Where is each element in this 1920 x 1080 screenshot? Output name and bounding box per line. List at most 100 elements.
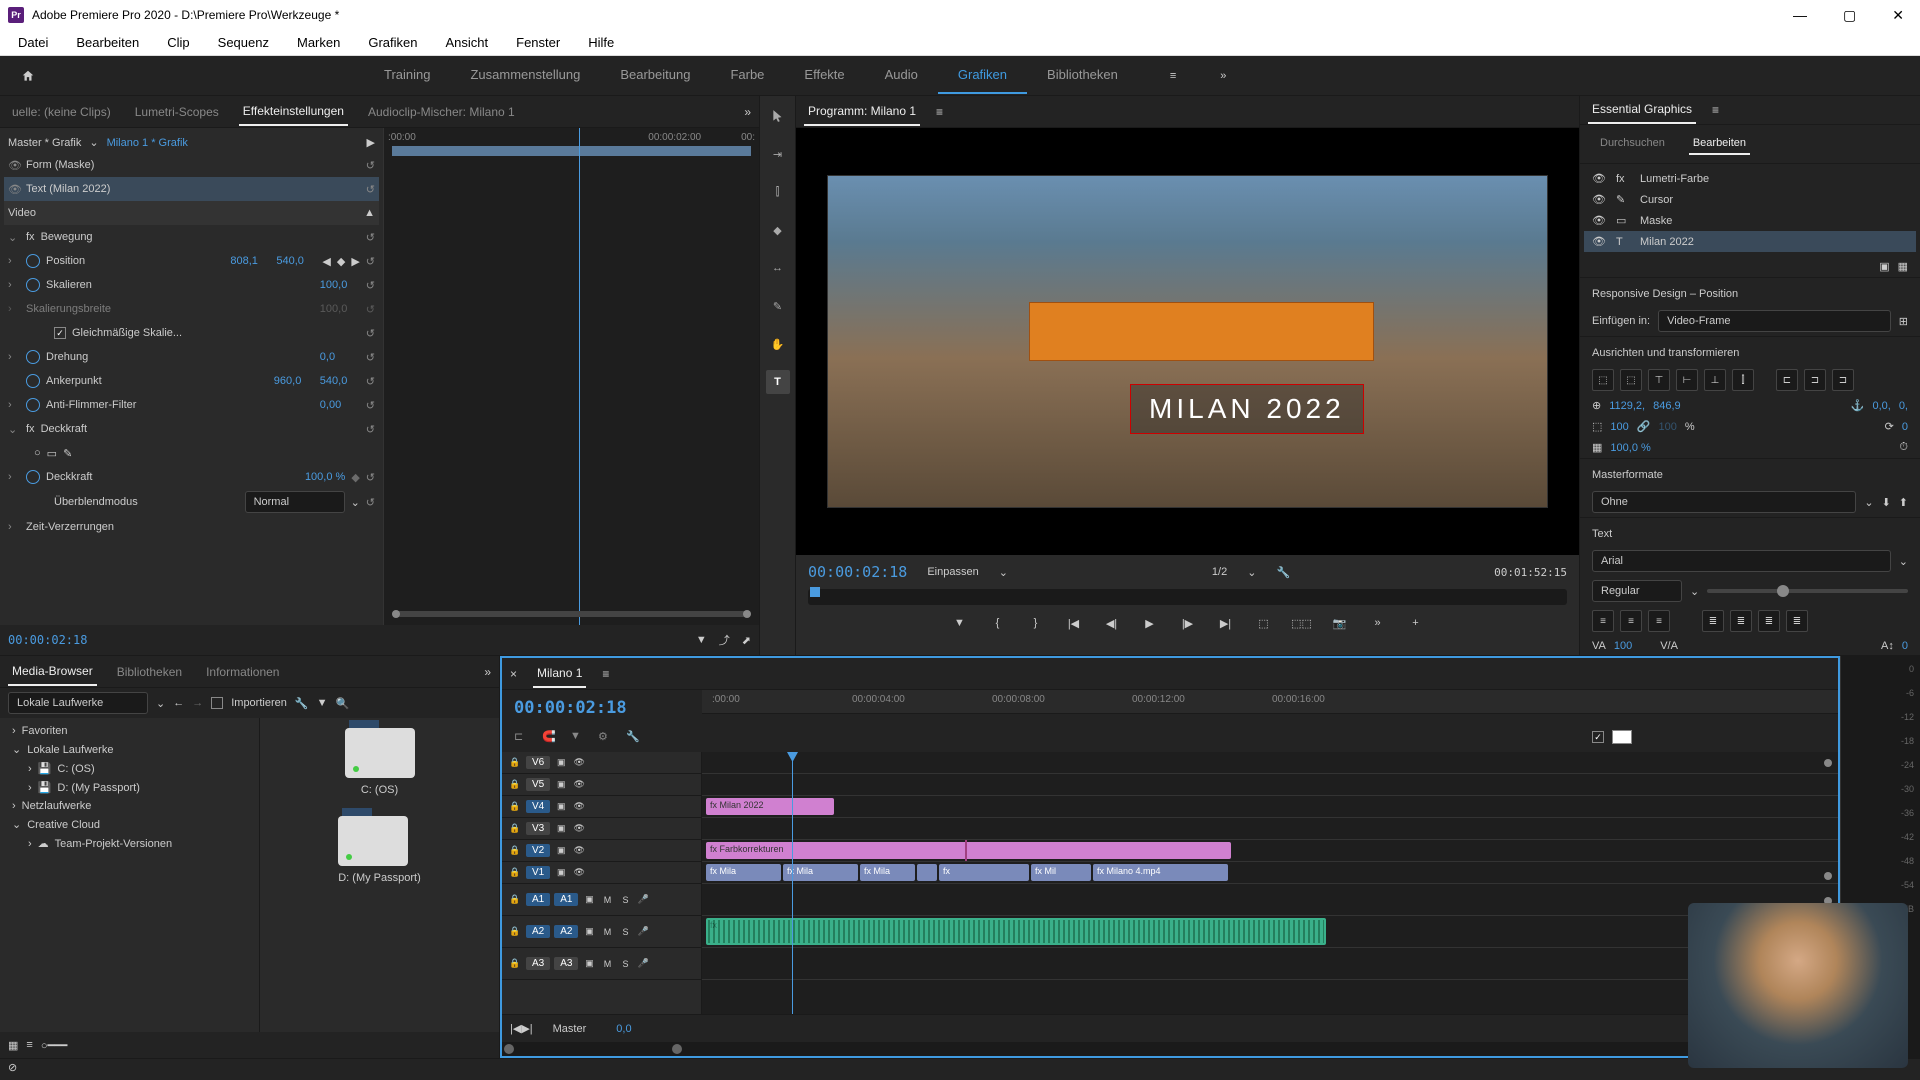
- clip-audio[interactable]: fx: [706, 918, 1326, 945]
- v-scroll-handle-mid1[interactable]: [1824, 872, 1832, 880]
- menu-ansicht[interactable]: Ansicht: [435, 31, 498, 54]
- drive-item[interactable]: C: (OS): [345, 728, 415, 796]
- timeline-ruler[interactable]: :00:0000:00:04:0000:00:08:0000:00:12:000…: [702, 690, 1838, 714]
- playhead[interactable]: [792, 752, 793, 1014]
- track-v2[interactable]: fx Farbkorrekturen: [702, 840, 1838, 862]
- mute-button[interactable]: M: [600, 925, 614, 939]
- push-icon[interactable]: ⬇: [1882, 496, 1891, 509]
- eg-layer[interactable]: 👁▭Maske: [1584, 210, 1916, 231]
- font-size-slider[interactable]: [1707, 589, 1908, 593]
- workspace-tab-training[interactable]: Training: [364, 57, 450, 94]
- scale-x-value[interactable]: 100: [1610, 421, 1628, 433]
- track-header-a1[interactable]: 🔒A1A1▣MS🎤: [502, 884, 701, 916]
- ec-form-mask[interactable]: Form (Maske): [26, 159, 360, 171]
- track-header-v2[interactable]: 🔒V2▣👁: [502, 840, 701, 862]
- ec-deckkraft[interactable]: Deckkraft: [41, 423, 360, 435]
- eye-icon[interactable]: 👁: [1592, 172, 1606, 185]
- opacity-value[interactable]: 100,0 %: [1610, 442, 1650, 454]
- track-a1[interactable]: [702, 884, 1838, 916]
- stopwatch-icon[interactable]: ⏱: [1899, 441, 1908, 454]
- toggle-track-icon[interactable]: ▣: [582, 893, 596, 907]
- maximize-button[interactable]: ▢: [1835, 3, 1864, 28]
- reset-icon[interactable]: ↺: [366, 423, 375, 436]
- add-marker-icon[interactable]: ▼: [950, 613, 970, 633]
- go-to-in-icon[interactable]: |◀: [1064, 613, 1084, 633]
- program-tab[interactable]: Programm: Milano 1: [804, 98, 920, 126]
- timeline-tab[interactable]: Milano 1: [533, 660, 586, 688]
- justify-text-icon[interactable]: ≣: [1730, 610, 1752, 632]
- eye-icon[interactable]: 👁: [8, 183, 20, 196]
- eg-subtab-durchsuchen[interactable]: Durchsuchen: [1596, 133, 1669, 155]
- import-checkbox[interactable]: [211, 697, 223, 709]
- stopwatch-icon[interactable]: [26, 254, 40, 268]
- track-header-v3[interactable]: 🔒V3▣👁: [502, 818, 701, 840]
- clip-v1-6[interactable]: fx Mil: [1031, 864, 1091, 881]
- eg-layer[interactable]: 👁TMilan 2022: [1584, 231, 1916, 252]
- caret-icon[interactable]: ⌄: [8, 231, 20, 244]
- chevron-down-icon[interactable]: ⌄: [1864, 496, 1873, 509]
- chevron-down-icon[interactable]: ⌄: [351, 496, 360, 509]
- eye-icon[interactable]: 👁: [572, 844, 586, 858]
- lock-icon[interactable]: 🔒: [508, 893, 522, 907]
- track-header-v6[interactable]: 🔒V6▣👁: [502, 752, 701, 774]
- chevron-down-icon[interactable]: ⌄: [999, 566, 1008, 579]
- media-tab[interactable]: Informationen: [202, 659, 283, 685]
- clip-v1-1[interactable]: fx Mila: [706, 864, 781, 881]
- stopwatch-icon[interactable]: [26, 278, 40, 292]
- pull-icon[interactable]: ⬆: [1899, 496, 1908, 509]
- justify-text-icon[interactable]: ≣: [1786, 610, 1808, 632]
- ec-bewegung[interactable]: Bewegung: [41, 231, 360, 243]
- toggle-track-icon[interactable]: ▣: [554, 844, 568, 858]
- tree-drive-c[interactable]: ›💾C: (OS): [4, 759, 255, 778]
- new-layer-icon[interactable]: ▣: [1879, 260, 1889, 273]
- drive-item[interactable]: D: (My Passport): [338, 816, 421, 884]
- solo-button[interactable]: S: [618, 925, 632, 939]
- bypass-icon[interactable]: ⤴: [719, 632, 730, 648]
- tree-drive-d[interactable]: ›💾D: (My Passport): [4, 778, 255, 797]
- track-label[interactable]: V2: [526, 844, 550, 857]
- chevron-down-icon[interactable]: ⌄: [1690, 585, 1699, 598]
- align-bottom-icon[interactable]: ⊥: [1704, 369, 1726, 391]
- align-v-center-icon[interactable]: ⊐: [1804, 369, 1826, 391]
- track-label[interactable]: V6: [526, 756, 550, 769]
- workspace-tab-bibliotheken[interactable]: Bibliotheken: [1027, 57, 1138, 94]
- mark-out-icon[interactable]: }: [1026, 613, 1046, 633]
- track-source[interactable]: A1: [526, 893, 550, 906]
- track-v4[interactable]: fx Milan 2022: [702, 796, 1838, 818]
- ec-skalieren[interactable]: Skalieren: [46, 279, 314, 291]
- toggle-track-icon[interactable]: ▣: [554, 800, 568, 814]
- ankerpunkt-y-value[interactable]: 540,0: [320, 375, 360, 387]
- ec-position[interactable]: Position: [46, 255, 224, 267]
- workspace-more-icon[interactable]: »: [1220, 70, 1226, 82]
- menu-bearbeiten[interactable]: Bearbeiten: [66, 31, 149, 54]
- ec-deckkraft-prop[interactable]: Deckkraft: [46, 471, 299, 483]
- linked-icon[interactable]: 🧲: [542, 730, 560, 748]
- snap-icon[interactable]: ⊏: [514, 730, 532, 748]
- group-icon[interactable]: ▦: [1898, 260, 1908, 273]
- panel-menu-icon[interactable]: ≡: [1712, 103, 1719, 117]
- blend-dropdown[interactable]: Normal: [245, 491, 345, 513]
- track-header-a3[interactable]: 🔒A3A3▣MS🎤: [502, 948, 701, 980]
- clip-marker[interactable]: [965, 840, 967, 861]
- link-icon[interactable]: 🔗: [1637, 420, 1651, 433]
- track-header-v1[interactable]: 🔒V1▣👁: [502, 862, 701, 884]
- ec-antiflimmer[interactable]: Anti-Flimmer-Filter: [46, 399, 314, 411]
- eye-icon[interactable]: 👁: [572, 866, 586, 880]
- solo-button[interactable]: S: [618, 893, 632, 907]
- clip-v1-4[interactable]: [917, 864, 937, 881]
- track-source[interactable]: A3: [526, 957, 550, 970]
- add-button-icon[interactable]: +: [1406, 613, 1426, 633]
- wrench-icon[interactable]: 🔧: [295, 697, 309, 710]
- search-icon[interactable]: 🔍: [335, 697, 349, 710]
- ankerpunkt-x-value[interactable]: 960,0: [274, 375, 314, 387]
- panel-menu-icon[interactable]: ≡: [936, 105, 943, 119]
- track-a2[interactable]: fx: [702, 916, 1838, 948]
- type-tool-icon[interactable]: T: [766, 370, 790, 394]
- justify-text-icon[interactable]: ≣: [1758, 610, 1780, 632]
- font-dropdown[interactable]: Arial: [1592, 550, 1891, 572]
- hand-tool-icon[interactable]: ✋: [766, 332, 790, 356]
- track-header-a2[interactable]: 🔒A2A2▣MS🎤: [502, 916, 701, 948]
- lock-icon[interactable]: 🔒: [508, 756, 522, 770]
- skalieren-value[interactable]: 100,0: [320, 279, 360, 291]
- menu-hilfe[interactable]: Hilfe: [578, 31, 624, 54]
